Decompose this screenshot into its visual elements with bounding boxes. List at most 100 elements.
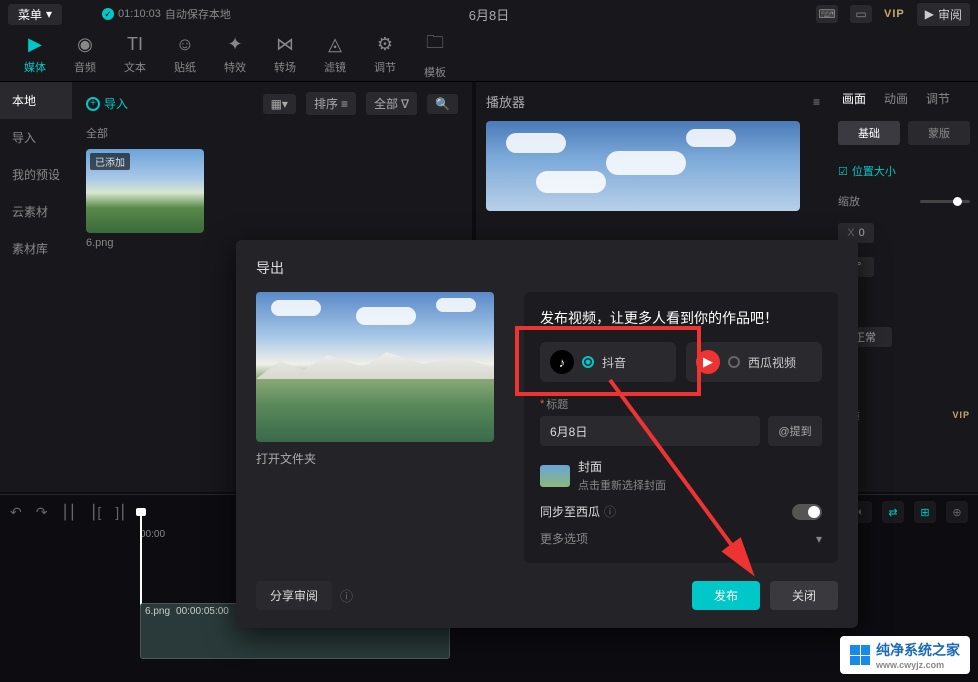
plus-icon: + bbox=[86, 97, 100, 111]
review-button[interactable]: ▶ 审阅 bbox=[917, 3, 970, 26]
scale-label: 缩放 bbox=[838, 193, 860, 209]
platform-douyin[interactable]: ♪ 抖音 bbox=[540, 342, 676, 382]
review-label: 审阅 bbox=[938, 6, 962, 23]
tab-effect[interactable]: ✦ 特效 bbox=[210, 34, 260, 75]
tab-transition[interactable]: ⋈ 转场 bbox=[260, 34, 310, 75]
watermark-text: 纯净系统之家 bbox=[876, 640, 960, 660]
mask-tab[interactable]: 蒙版 bbox=[908, 121, 970, 145]
share-help-icon[interactable]: ⓘ bbox=[340, 586, 353, 605]
chevron-down-icon: ▾ bbox=[816, 532, 822, 546]
cover-label: 封面 bbox=[578, 458, 666, 475]
template-icon: 🗀 bbox=[426, 30, 444, 60]
platform-xigua[interactable]: ▶ 西瓜视频 bbox=[686, 342, 822, 382]
autosave-indicator: ✓ 01:10:03 自动保存本地 bbox=[102, 6, 231, 22]
clip-duration: 00:00:05:00 bbox=[176, 606, 229, 617]
scale-slider[interactable] bbox=[920, 200, 970, 203]
xigua-radio bbox=[728, 356, 740, 368]
title-input[interactable]: 6月8日 bbox=[540, 416, 760, 446]
sort-icon: ≡ bbox=[341, 97, 348, 111]
sidebar-import[interactable]: 导入 bbox=[0, 119, 72, 156]
watermark-logo bbox=[850, 645, 870, 665]
added-badge: 已添加 bbox=[90, 153, 130, 170]
tl-icon-3[interactable]: ⊞ bbox=[914, 501, 936, 523]
sidebar-local[interactable]: 本地 bbox=[0, 82, 72, 119]
layout-icon[interactable]: ▭ bbox=[850, 5, 872, 23]
sort-button[interactable]: 排序 ≡ bbox=[306, 92, 356, 115]
category-all: 全部 bbox=[86, 125, 458, 141]
more-options[interactable]: 更多选项 ▾ bbox=[540, 530, 822, 547]
open-folder-link[interactable]: 打开文件夹 bbox=[256, 450, 494, 467]
player-title: 播放器 bbox=[486, 92, 525, 111]
export-modal: 导出 打开文件夹 发布视频，让更多人看到你的作品吧！ ♪ 抖音 ▶ bbox=[236, 240, 858, 628]
search-icon: 🔍 bbox=[435, 97, 450, 111]
search-button[interactable]: 🔍 bbox=[427, 94, 458, 114]
close-button[interactable]: 关闭 bbox=[770, 581, 838, 610]
tab-adjust[interactable]: ⚙ 调节 bbox=[360, 34, 410, 75]
import-button[interactable]: + 导入 bbox=[86, 95, 128, 112]
sync-xigua-label: 同步至西瓜 bbox=[540, 503, 600, 520]
text-icon: TI bbox=[127, 34, 143, 55]
pos-size-header[interactable]: ☑ 位置大小 bbox=[838, 163, 970, 179]
vip-badge[interactable]: VIP bbox=[884, 8, 905, 20]
view-mode-button[interactable]: ▦▾ bbox=[263, 94, 296, 114]
tab-sticker[interactable]: ☺ 贴纸 bbox=[160, 34, 210, 75]
publish-heading: 发布视频，让更多人看到你的作品吧！ bbox=[540, 308, 822, 328]
vip-badge-small: VIP bbox=[952, 410, 970, 420]
undo-button[interactable]: ↶ bbox=[10, 504, 22, 521]
timeline-marker: 00:00 bbox=[140, 529, 165, 540]
filter-icon: ◬ bbox=[328, 34, 342, 55]
share-review-button[interactable]: 分享审阅 bbox=[256, 581, 332, 610]
xigua-icon: ▶ bbox=[696, 350, 720, 374]
right-tab-animation[interactable]: 动画 bbox=[884, 90, 908, 111]
tab-filter[interactable]: ◬ 滤镜 bbox=[310, 34, 360, 75]
mention-button[interactable]: @提到 bbox=[768, 416, 822, 446]
right-tab-picture[interactable]: 画面 bbox=[842, 90, 866, 111]
cut-left-button[interactable]: ⎮[ bbox=[90, 504, 101, 521]
chevron-down-icon: ▾ bbox=[46, 7, 52, 21]
publish-button[interactable]: 发布 bbox=[692, 581, 760, 610]
sidebar-presets[interactable]: 我的预设 bbox=[0, 156, 72, 193]
tab-text[interactable]: TI 文本 bbox=[110, 34, 160, 75]
watermark: 纯净系统之家 www.cwyjz.com bbox=[840, 636, 970, 674]
cover-hint[interactable]: 点击重新选择封面 bbox=[578, 477, 666, 493]
watermark-url: www.cwyjz.com bbox=[876, 660, 960, 670]
split-button[interactable]: ⎮⎮ bbox=[61, 504, 76, 521]
redo-button[interactable]: ↷ bbox=[36, 504, 48, 521]
tl-icon-2[interactable]: ⇄ bbox=[882, 501, 904, 523]
review-icon: ▶ bbox=[925, 7, 934, 21]
douyin-radio bbox=[582, 356, 594, 368]
effect-icon: ✦ bbox=[227, 34, 242, 55]
adjust-icon: ⚙ bbox=[377, 34, 393, 55]
help-icon[interactable]: ⓘ bbox=[604, 503, 616, 520]
tab-media[interactable]: ▶ 媒体 bbox=[10, 34, 60, 75]
right-tab-adjust[interactable]: 调节 bbox=[926, 90, 950, 111]
keyboard-icon[interactable]: ⌨ bbox=[816, 5, 838, 23]
transition-icon: ⋈ bbox=[276, 34, 294, 55]
media-icon: ▶ bbox=[28, 34, 42, 55]
tab-template[interactable]: 🗀 模板 bbox=[410, 30, 460, 80]
check-icon: ✓ bbox=[102, 8, 114, 20]
player-preview[interactable] bbox=[486, 121, 800, 211]
tab-audio[interactable]: ◉ 音频 bbox=[60, 34, 110, 75]
filter-all-button[interactable]: 全部 ∇ bbox=[366, 92, 417, 115]
save-text: 自动保存本地 bbox=[165, 6, 231, 22]
save-time: 01:10:03 bbox=[118, 8, 161, 20]
sidebar-library[interactable]: 素材库 bbox=[0, 230, 72, 267]
cut-right-button[interactable]: ]⎮ bbox=[115, 504, 126, 521]
tl-icon-4[interactable]: ⊕ bbox=[946, 501, 968, 523]
modal-title: 导出 bbox=[256, 258, 838, 278]
player-menu-icon[interactable]: ≡ bbox=[813, 95, 820, 109]
audio-icon: ◉ bbox=[77, 34, 93, 55]
asset-thumbnail[interactable]: 已添加 bbox=[86, 149, 204, 233]
sync-toggle[interactable] bbox=[792, 504, 822, 520]
cover-thumbnail[interactable] bbox=[540, 465, 570, 487]
sidebar-cloud[interactable]: 云素材 bbox=[0, 193, 72, 230]
title-field-label: * 标题 bbox=[540, 396, 822, 412]
basic-tab[interactable]: 基础 bbox=[838, 121, 900, 145]
project-title: 6月8日 bbox=[469, 5, 509, 24]
checkbox-icon: ☑ bbox=[838, 165, 848, 178]
clip-name: 6.png bbox=[145, 606, 170, 617]
menu-label: 菜单 bbox=[18, 6, 42, 23]
export-preview bbox=[256, 292, 494, 442]
menu-button[interactable]: 菜单 ▾ bbox=[8, 4, 62, 25]
